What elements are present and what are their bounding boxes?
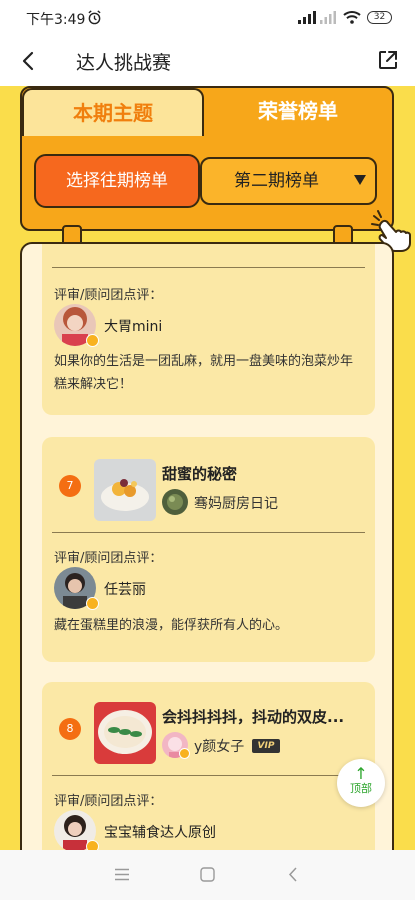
reviewer-name[interactable]: 任芸丽 (104, 579, 146, 599)
tab-current-theme[interactable]: 本期主题 (22, 88, 204, 136)
list-item[interactable]: 评审/顾问团点评： 大胃mini 如果你的生活是一团乱麻，就用一盘美味的泡菜炒年… (42, 244, 375, 415)
share-icon[interactable] (377, 49, 399, 71)
recipe-title[interactable]: 甜蜜的秘密 (162, 463, 362, 484)
verified-badge (179, 748, 190, 759)
main-content: 本期主题 荣誉榜单 选择往期榜单 第二期榜单 评审/顾问团点评： 大胃mini … (0, 86, 415, 850)
reviewer-name[interactable]: 大胃mini (104, 316, 162, 336)
battery-icon: 32 (367, 11, 392, 24)
menu-icon[interactable] (115, 868, 129, 881)
back-to-top-button[interactable]: ↑ 顶部 (337, 759, 385, 807)
review-label: 评审/顾问团点评： (54, 288, 163, 303)
rank-badge: 7 (59, 475, 81, 497)
list-item[interactable]: 8 会抖抖抖抖，抖动的双皮... y颜女子 VIP 评审/顾问团点评： 宝宝辅食… (42, 682, 375, 850)
home-icon[interactable] (200, 867, 215, 882)
wifi-icon (343, 11, 361, 24)
dish-image (94, 702, 156, 764)
tab-honor-list[interactable]: 荣誉榜单 (204, 88, 392, 136)
review-label: 评审/顾问团点评： (54, 551, 163, 566)
status-time: 下午3:49 (26, 12, 86, 28)
verified-badge (86, 840, 99, 850)
author-avatar (162, 489, 188, 515)
back-to-top-label: 顶部 (350, 782, 372, 795)
system-nav-bar (0, 850, 415, 900)
dish-thumbnail[interactable] (94, 702, 156, 764)
back-arrow-icon[interactable] (18, 50, 40, 72)
signal-icon (298, 11, 316, 24)
issue-dropdown-value: 第二期榜单 (234, 171, 319, 191)
dish-image (94, 459, 156, 521)
list-item[interactable]: 7 甜蜜的秘密 骞妈厨房日记 评审/顾问团点评： 任芸丽 藏在蛋糕里的浪漫，能俘… (42, 437, 375, 662)
status-bar: 下午3:49 32 (0, 0, 415, 36)
issue-dropdown[interactable]: 第二期榜单 (200, 157, 377, 205)
app-header: 达人挑战赛 (0, 36, 415, 86)
vip-badge: VIP (252, 739, 280, 753)
reviewer-name[interactable]: 宝宝辅食达人原创 (104, 822, 216, 842)
arrow-up-icon: ↑ (354, 764, 368, 783)
alarm-icon (88, 10, 101, 25)
recipe-title[interactable]: 会抖抖抖抖，抖动的双皮... (162, 706, 367, 727)
review-text: 如果你的生活是一团乱麻，就用一盘美味的泡菜炒年糕来解决它！ (54, 354, 354, 392)
divider (52, 532, 365, 533)
nav-back-icon[interactable] (287, 867, 299, 882)
rank-badge: 8 (59, 718, 81, 740)
signal-secondary-icon (320, 11, 336, 24)
dish-thumbnail[interactable] (94, 459, 156, 521)
author-name[interactable]: 骞妈厨房日记 (194, 493, 278, 513)
author-avatar-image (162, 489, 188, 515)
page-title: 达人挑战赛 (76, 52, 172, 74)
divider (52, 267, 365, 268)
verified-badge (86, 597, 99, 610)
review-text: 藏在蛋糕里的浪漫，能俘获所有人的心。 (54, 618, 289, 633)
divider (52, 775, 365, 776)
verified-badge (86, 334, 99, 347)
honor-list[interactable]: 评审/顾问团点评： 大胃mini 如果你的生活是一团乱麻，就用一盘美味的泡菜炒年… (20, 242, 394, 850)
select-past-list-button[interactable]: 选择往期榜单 (34, 154, 200, 208)
review-label: 评审/顾问团点评： (54, 794, 163, 809)
author-name[interactable]: y颜女子 (194, 736, 244, 756)
triangle-down-icon (354, 175, 366, 185)
